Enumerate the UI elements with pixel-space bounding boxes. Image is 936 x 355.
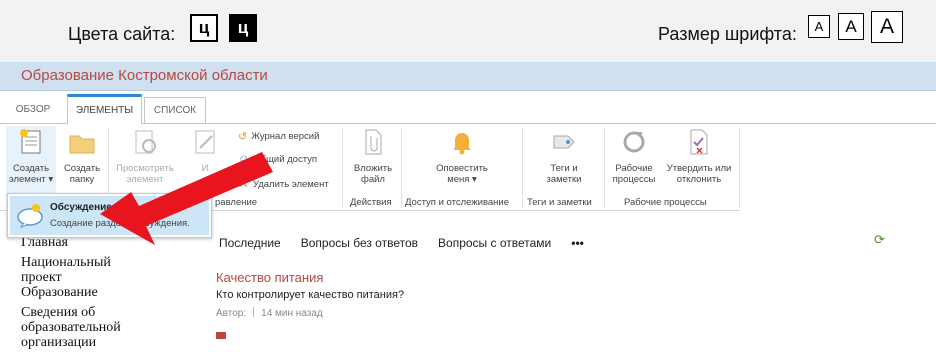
approve-reject-button[interactable]: Утвердить или отклонить bbox=[662, 126, 736, 185]
new-item-dropdown: Обсуждение Создание раздела обсуждения. bbox=[7, 193, 212, 238]
tab-overview[interactable]: ОБЗОР bbox=[8, 97, 58, 122]
next-post-title-fragment bbox=[216, 332, 226, 339]
meta-divider bbox=[253, 307, 255, 317]
workflows-label-2: процессы bbox=[612, 174, 656, 185]
group-tags-notes-label: Теги и заметки bbox=[527, 197, 592, 208]
new-item-label-1: Создать bbox=[12, 163, 50, 174]
tab-items[interactable]: ЭЛЕМЕНТЫ bbox=[67, 94, 142, 125]
site-title-link[interactable]: Образование Костромской области bbox=[21, 67, 268, 84]
version-history-button[interactable]: ↺ Журнал версий bbox=[238, 130, 319, 143]
left-navigation: Главная Национальный проект Образование … bbox=[21, 235, 201, 355]
alert-me-button[interactable]: Оповестить меня ▾ bbox=[426, 126, 498, 185]
ribbon-separator bbox=[401, 128, 402, 208]
discussion-icon bbox=[16, 202, 44, 233]
version-history-label: Журнал версий bbox=[251, 131, 320, 142]
color-scheme-white-button[interactable]: ц bbox=[190, 14, 218, 42]
ribbon-separator bbox=[342, 128, 343, 208]
approve-reject-label-2: отклонить bbox=[676, 174, 722, 185]
ribbon-separator bbox=[604, 128, 605, 208]
view-item-label-1: Просмотреть bbox=[116, 163, 174, 174]
more-options-icon[interactable]: ••• bbox=[571, 236, 584, 250]
approve-reject-icon bbox=[662, 128, 736, 159]
shared-access-button[interactable]: ☺ Общий доступ bbox=[238, 153, 317, 165]
shared-access-label: Общий доступ bbox=[253, 153, 318, 165]
accessibility-bar: Цвета сайта: ц ц Размер шрифта: A A A bbox=[0, 0, 936, 62]
delete-icon: ✕ bbox=[238, 176, 249, 191]
view-item-icon bbox=[112, 128, 178, 159]
tab-list[interactable]: СПИСОК bbox=[144, 97, 206, 123]
workflows-button[interactable]: Рабочие процессы bbox=[609, 126, 659, 185]
font-size-small-button[interactable]: A bbox=[808, 15, 830, 38]
post-meta: Автор: 14 мин назад bbox=[216, 307, 323, 319]
tags-notes-label-1: Теги и bbox=[550, 163, 578, 174]
edit-item-button[interactable]: И bbox=[182, 126, 228, 174]
history-icon: ↺ bbox=[238, 131, 248, 143]
ribbon-tabs: ОБЗОР ЭЛЕМЕНТЫ СПИСОК bbox=[0, 91, 936, 125]
tags-notes-label-2: заметки bbox=[546, 174, 582, 185]
font-size-medium-button[interactable]: A bbox=[838, 13, 864, 40]
tags-notes-button[interactable]: Теги и заметки bbox=[538, 126, 590, 185]
site-colors-label: Цвета сайта: bbox=[68, 24, 176, 44]
folder-icon bbox=[60, 128, 104, 159]
refresh-icon[interactable]: ⟳ bbox=[874, 232, 885, 248]
ribbon-separator bbox=[522, 128, 523, 208]
font-size-label: Размер шрифта: bbox=[658, 24, 797, 44]
new-folder-button[interactable]: Создать папку bbox=[60, 126, 104, 185]
delete-item-label: Удалить элемент bbox=[252, 178, 329, 190]
nav-item-national-project[interactable]: Национальный проект Образование bbox=[21, 255, 141, 300]
attach-file-icon bbox=[348, 128, 398, 159]
nav-item-org-info[interactable]: Сведения об образовательной организации bbox=[21, 305, 131, 350]
workflows-label-1: Рабочие bbox=[615, 163, 653, 174]
new-folder-label-2: папку bbox=[69, 174, 95, 185]
tag-icon bbox=[538, 128, 590, 159]
discussion-description: Создание раздела обсуждения. bbox=[50, 218, 190, 229]
post-time: 14 мин назад bbox=[261, 308, 323, 319]
attach-file-label-1: Вложить bbox=[353, 163, 393, 174]
view-item-label-2: элемент bbox=[126, 174, 164, 185]
discussion-menu-item[interactable]: Обсуждение Создание раздела обсуждения. bbox=[10, 196, 209, 235]
group-workflows-label: Рабочие процессы bbox=[624, 197, 707, 208]
share-icon: ☺ bbox=[238, 153, 250, 165]
edit-item-icon bbox=[182, 128, 228, 159]
alert-me-label-2: меня ▾ bbox=[447, 174, 477, 185]
attach-file-button[interactable]: Вложить файл bbox=[348, 126, 398, 185]
post-question: Кто контролирует качество питания? bbox=[216, 289, 405, 301]
ribbon-separator bbox=[739, 128, 740, 208]
post-author-label: Автор: bbox=[216, 308, 247, 319]
view-item-button[interactable]: Просмотреть элемент bbox=[112, 126, 178, 185]
group-actions-label: Действия bbox=[350, 197, 392, 208]
alert-me-label-1: Оповестить bbox=[436, 163, 488, 174]
color-scheme-black-button[interactable]: ц bbox=[229, 14, 257, 42]
discussion-title: Обсуждение bbox=[50, 202, 112, 213]
filter-recent[interactable]: Последние bbox=[219, 236, 281, 250]
approve-reject-label-1: Утвердить или bbox=[666, 163, 732, 174]
new-item-icon bbox=[6, 128, 56, 159]
filter-answered[interactable]: Вопросы с ответами bbox=[438, 236, 551, 250]
new-item-button[interactable]: Создать элемент ▾ bbox=[6, 126, 56, 196]
discussion-filters: Последние Вопросы без ответов Вопросы с … bbox=[219, 236, 584, 250]
bell-icon bbox=[426, 128, 498, 159]
workflows-icon bbox=[609, 128, 659, 159]
new-folder-label-1: Создать bbox=[63, 163, 101, 174]
filter-unanswered[interactable]: Вопросы без ответов bbox=[301, 236, 418, 250]
attach-file-label-2: файл bbox=[361, 174, 385, 185]
delete-item-button[interactable]: ✕ Удалить элемент bbox=[238, 176, 329, 192]
post-title-link[interactable]: Качество питания bbox=[216, 270, 323, 285]
edit-item-label: И bbox=[201, 163, 209, 174]
group-manage-label: равление bbox=[215, 197, 258, 208]
group-share-track-label: Доступ и отслеживание bbox=[405, 197, 510, 208]
new-item-label-2: элемент ▾ bbox=[8, 174, 54, 185]
font-size-large-button[interactable]: A bbox=[871, 11, 903, 43]
site-title-bar: Образование Костромской области bbox=[0, 62, 936, 91]
